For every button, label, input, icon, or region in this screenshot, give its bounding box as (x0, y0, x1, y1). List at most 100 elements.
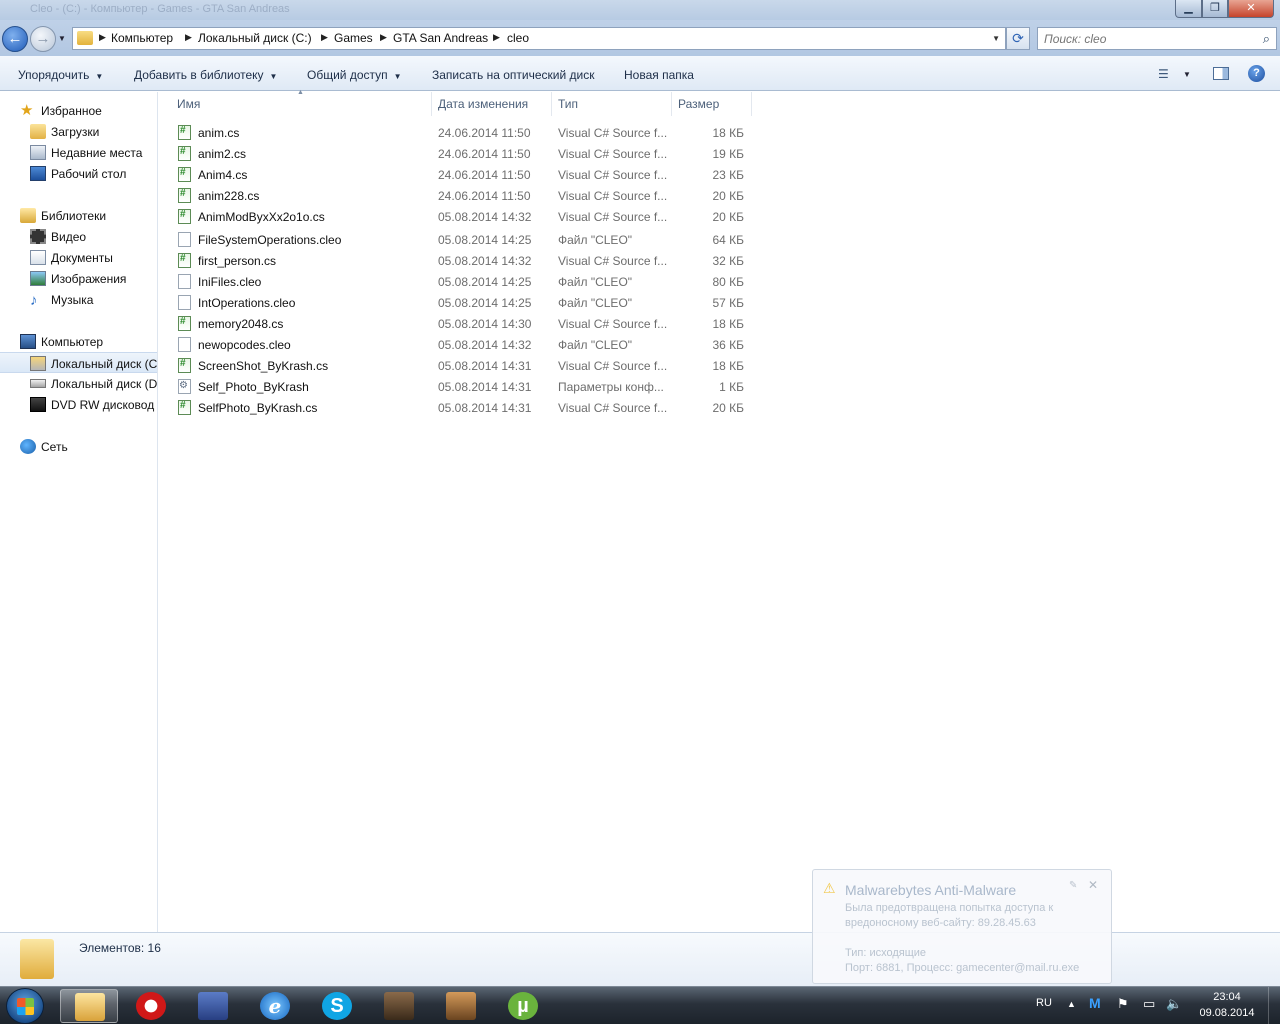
table-row[interactable]: memory2048.cs 05.08.2014 14:30 Visual C# S… (175, 313, 815, 334)
breadcrumb-separator[interactable]: ▶ (493, 32, 500, 43)
taskbar-utorrent[interactable]: µ (494, 989, 552, 1023)
burn-button[interactable]: Записать на оптический диск (432, 68, 595, 82)
table-row[interactable]: anim.cs 24.06.2014 11:50 Visual C# Source … (175, 122, 815, 143)
malwarebytes-tray-icon[interactable]: M (1089, 995, 1101, 1011)
taskbar-app[interactable] (184, 989, 242, 1023)
sidebar-item-music[interactable]: ♪ Музыка (0, 289, 157, 310)
views-icon[interactable]: ☰ (1158, 67, 1169, 81)
add-to-library-button[interactable]: Добавить в библиотеку ▼ (134, 68, 277, 82)
windows-logo-icon (17, 1007, 34, 1015)
table-row[interactable]: anim228.cs 24.06.2014 11:50 Visual C# Sour… (175, 185, 815, 206)
column-divider[interactable] (551, 92, 552, 116)
breadcrumb-drive-c[interactable]: Локальный диск (C:) (198, 31, 312, 45)
address-dropdown-icon[interactable]: ▼ (992, 34, 1000, 43)
help-button[interactable]: ? (1248, 65, 1265, 82)
preview-pane-button[interactable] (1213, 67, 1229, 80)
window-title: Cleo - (C:) - Компьютер - Games - GTA Sa… (30, 3, 290, 15)
file-name: AnimModByxXx2o1o.cs (198, 210, 325, 224)
search-icon[interactable]: ⌕ (1263, 31, 1270, 47)
malwarebytes-notification[interactable]: ⚠ Malwarebytes Anti-Malware ✎ ✕ Была пре… (812, 869, 1112, 984)
breadcrumb-separator[interactable]: ▶ (99, 32, 106, 43)
search-box[interactable]: ⌕ (1037, 27, 1277, 50)
column-size[interactable]: Размер (678, 97, 719, 111)
recent-pages-dropdown[interactable]: ▼ (58, 34, 66, 43)
show-desktop-button[interactable] (1268, 987, 1280, 1024)
language-indicator[interactable]: RU (1036, 997, 1052, 1009)
taskbar-explorer[interactable] (60, 989, 118, 1023)
sidebar-item-downloads[interactable]: Загрузки (0, 121, 157, 142)
sidebar-item-dvd[interactable]: DVD RW дисковод ( (0, 394, 157, 415)
breadcrumb-separator[interactable]: ▶ (321, 32, 328, 43)
file-name: SelfPhoto_ByKrash.cs (198, 401, 318, 415)
table-row[interactable]: IniFiles.cleo 05.08.2014 14:25 Файл "CLEO"… (175, 271, 815, 292)
breadcrumb-computer[interactable]: Компьютер (111, 31, 173, 45)
table-row[interactable]: newopcodes.cleo 05.08.2014 14:32 Файл "CLE… (175, 334, 815, 355)
sidebar-item-drive-c[interactable]: Локальный диск (C (0, 352, 157, 373)
breadcrumb-gta-san-andreas[interactable]: GTA San Andreas (393, 31, 488, 45)
column-divider[interactable] (431, 92, 432, 116)
warning-icon: ⚠ (823, 880, 836, 896)
sidebar-item-recent[interactable]: Недавние места (0, 142, 157, 163)
clock-time[interactable]: 23:04 (1196, 991, 1258, 1003)
sidebar-item-libraries[interactable]: Библиотеки (0, 205, 157, 226)
sidebar-item-drive-d[interactable]: Локальный диск (D (0, 373, 157, 394)
restore-button[interactable]: ❐ (1202, 0, 1228, 18)
table-row[interactable]: AnimModByxXx2o1o.cs 05.08.2014 14:32 Visua… (175, 206, 815, 227)
close-button[interactable]: ✕ (1228, 0, 1274, 18)
dvd-drive-icon (30, 397, 46, 412)
file-icon (178, 146, 191, 161)
close-icon[interactable]: ✕ (1088, 878, 1098, 892)
network-tray-icon[interactable]: ▭ (1143, 996, 1155, 1012)
table-row[interactable]: first_person.cs 05.08.2014 14:32 Visual C#… (175, 250, 815, 271)
organize-button[interactable]: Упорядочить ▼ (18, 68, 103, 82)
search-input[interactable] (1044, 29, 1244, 48)
column-divider[interactable] (751, 92, 752, 116)
table-row[interactable]: FileSystemOperations.cleo 05.08.2014 14:2… (175, 229, 815, 250)
address-bar[interactable]: ▶ Компьютер ▶ Локальный диск (C:) ▶ Game… (72, 27, 1006, 50)
sidebar-item-favorites[interactable]: ★ Избранное (0, 100, 157, 121)
column-date[interactable]: Дата изменения (438, 97, 528, 111)
views-dropdown-icon[interactable]: ▼ (1183, 70, 1191, 79)
minimize-button[interactable]: ▁ (1175, 0, 1202, 18)
breadcrumb-games[interactable]: Games (334, 31, 373, 45)
volume-icon[interactable]: 🔈 (1166, 996, 1182, 1012)
sidebar-item-documents[interactable]: Документы (0, 247, 157, 268)
table-row[interactable]: Anim4.cs 24.06.2014 11:50 Visual C# Source… (175, 164, 815, 185)
sidebar-item-computer[interactable]: Компьютер (0, 331, 157, 352)
sidebar-item-video[interactable]: Видео (0, 226, 157, 247)
start-button[interactable] (6, 988, 44, 1024)
action-center-icon[interactable]: ⚑ (1117, 996, 1129, 1012)
table-row[interactable]: anim2.cs 24.06.2014 11:50 Visual C# Source… (175, 143, 815, 164)
taskbar-ie[interactable]: e (246, 989, 304, 1023)
sidebar-item-desktop[interactable]: Рабочий стол (0, 163, 157, 184)
table-row[interactable]: Self_Photo_ByKrash 05.08.2014 14:31 Параме… (175, 376, 815, 397)
pin-icon[interactable]: ✎ (1069, 880, 1077, 891)
breadcrumb-cleo[interactable]: cleo (507, 31, 529, 45)
table-row[interactable]: ScreenShot_ByKrash.cs 05.08.2014 14:31 Vis… (175, 355, 815, 376)
table-row[interactable]: SelfPhoto_ByKrash.cs 05.08.2014 14:31 Visu… (175, 397, 815, 418)
breadcrumb-separator[interactable]: ▶ (185, 32, 192, 43)
show-hidden-icons[interactable]: ▲ (1067, 999, 1076, 1009)
file-name: IntOperations.cleo (198, 296, 296, 310)
sidebar-item-network[interactable]: Сеть (0, 436, 157, 457)
breadcrumb-separator[interactable]: ▶ (380, 32, 387, 43)
forward-button[interactable]: → (30, 26, 56, 52)
share-button[interactable]: Общий доступ ▼ (307, 68, 402, 82)
sidebar-item-images[interactable]: Изображения (0, 268, 157, 289)
app-icon (198, 992, 228, 1020)
clock-date[interactable]: 09.08.2014 (1196, 1007, 1258, 1019)
column-type[interactable]: Тип (558, 97, 578, 111)
new-folder-button[interactable]: Новая папка (624, 68, 694, 82)
table-row[interactable]: IntOperations.cleo 05.08.2014 14:25 Файл "… (175, 292, 815, 313)
taskbar-game-1[interactable] (370, 989, 428, 1023)
taskbar-opera[interactable] (122, 989, 180, 1023)
column-name[interactable]: Имя (177, 97, 200, 111)
refresh-button[interactable]: ⟳ (1006, 27, 1030, 50)
share-label: Общий доступ (307, 68, 388, 82)
taskbar-skype[interactable]: S (308, 989, 366, 1023)
column-divider[interactable] (671, 92, 672, 116)
back-button[interactable]: ← (2, 26, 28, 52)
file-size: 1 КБ (719, 380, 744, 394)
sidebar-item-label: Библиотеки (41, 209, 107, 223)
taskbar-game-2[interactable] (432, 989, 490, 1023)
